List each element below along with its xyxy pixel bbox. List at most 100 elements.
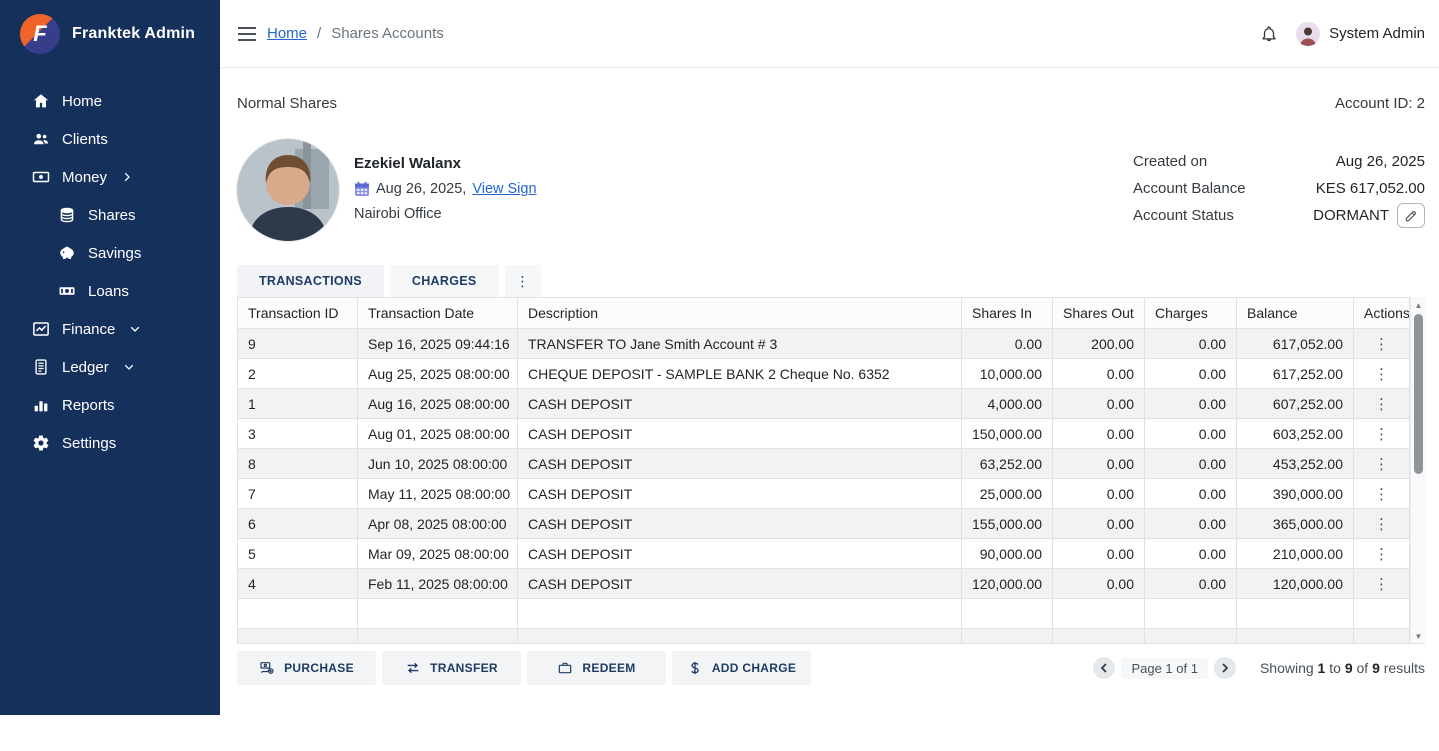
cell-description: CASH DEPOSIT: [518, 569, 962, 599]
tab-overflow-menu[interactable]: ⋮: [505, 265, 541, 297]
cell-charges: 0.00: [1145, 359, 1237, 389]
redeem-icon: [557, 660, 573, 676]
main-area: Home / Shares Accounts System Admin Norm…: [220, 0, 1439, 751]
cell-description: CASH DEPOSIT: [518, 509, 962, 539]
empty-cell: [358, 599, 518, 629]
table-row: 9Sep 16, 2025 09:44:16TRANSFER TO Jane S…: [238, 329, 1410, 359]
cell-shares-in: 120,000.00: [962, 569, 1053, 599]
row-actions-menu-icon[interactable]: ⋮: [1354, 419, 1410, 449]
sidebar-item-settings[interactable]: Settings: [0, 424, 220, 462]
transactions-table: Transaction IDTransaction DateDescriptio…: [237, 297, 1410, 644]
page-content: Normal Shares Account ID: 2 Ezekiel Wala: [220, 68, 1439, 685]
cell-transaction-date: Apr 08, 2025 08:00:00: [358, 509, 518, 539]
empty-cell: [1354, 629, 1410, 645]
scroll-up-icon[interactable]: ▲: [1411, 298, 1425, 312]
tab-transactions[interactable]: TRANSACTIONS: [237, 265, 384, 297]
breadcrumb: Home / Shares Accounts: [237, 25, 444, 42]
user-menu[interactable]: System Admin: [1296, 22, 1425, 46]
cell-balance: 617,252.00: [1237, 359, 1354, 389]
topbar-right: System Admin: [1260, 22, 1425, 46]
cell-transaction-date: Aug 25, 2025 08:00:00: [358, 359, 518, 389]
row-actions-menu-icon[interactable]: ⋮: [1354, 539, 1410, 569]
cell-transaction-date: Mar 09, 2025 08:00:00: [358, 539, 518, 569]
account-info-panel: Created onAug 26, 2025Account BalanceKES…: [1133, 139, 1425, 241]
tab-bar: TRANSACTIONSCHARGES⋮: [237, 265, 1425, 297]
cell-transaction-id: 7: [238, 479, 358, 509]
empty-cell: [962, 599, 1053, 629]
info-label: Account Status: [1133, 207, 1234, 224]
sidebar-item-clients[interactable]: Clients: [0, 120, 220, 158]
transfer-button[interactable]: TRANSFER: [382, 651, 521, 685]
account-id-badge: Account ID: 2: [1335, 95, 1425, 112]
cell-transaction-id: 6: [238, 509, 358, 539]
row-actions-menu-icon[interactable]: ⋮: [1354, 509, 1410, 539]
loans-icon: [58, 282, 76, 300]
table-scrollbar[interactable]: ▲ ▼: [1410, 297, 1425, 644]
cell-transaction-id: 9: [238, 329, 358, 359]
sidebar-item-label: Settings: [62, 435, 116, 452]
cell-charges: 0.00: [1145, 539, 1237, 569]
cell-description: CASH DEPOSIT: [518, 419, 962, 449]
row-actions-menu-icon[interactable]: ⋮: [1354, 479, 1410, 509]
row-actions-menu-icon[interactable]: ⋮: [1354, 329, 1410, 359]
cell-shares-in: 25,000.00: [962, 479, 1053, 509]
sidebar-item-shares[interactable]: Shares: [0, 196, 220, 234]
cell-charges: 0.00: [1145, 479, 1237, 509]
tab-charges[interactable]: CHARGES: [390, 265, 499, 297]
sidebar-item-label: Savings: [88, 245, 141, 262]
brand: F Franktek Admin: [0, 0, 220, 64]
cell-shares-out: 0.00: [1053, 389, 1145, 419]
sidebar-item-home[interactable]: Home: [0, 82, 220, 120]
edit-status-button[interactable]: [1397, 203, 1425, 228]
sidebar-item-reports[interactable]: Reports: [0, 386, 220, 424]
results-summary: Showing 1 to 9 of 9 results: [1260, 660, 1425, 676]
empty-cell: [518, 599, 962, 629]
ledger-icon: [32, 358, 50, 376]
next-page-button[interactable]: [1214, 657, 1236, 679]
account-info-row: Account BalanceKES 617,052.00: [1133, 176, 1425, 200]
table-row: 6Apr 08, 2025 08:00:00CASH DEPOSIT155,00…: [238, 509, 1410, 539]
prev-page-button[interactable]: [1093, 657, 1115, 679]
column-header-transaction-id: Transaction ID: [238, 298, 358, 329]
row-actions-menu-icon[interactable]: ⋮: [1354, 569, 1410, 599]
cell-transaction-id: 8: [238, 449, 358, 479]
table-body: 9Sep 16, 2025 09:44:16TRANSFER TO Jane S…: [238, 329, 1410, 645]
row-actions-menu-icon[interactable]: ⋮: [1354, 389, 1410, 419]
sidebar-nav: HomeClientsMoneyShares Savings Loans Financ…: [0, 82, 220, 462]
cell-balance: 607,252.00: [1237, 389, 1354, 419]
home-icon: [32, 92, 50, 110]
empty-cell: [1354, 599, 1410, 629]
cell-shares-out: 0.00: [1053, 509, 1145, 539]
reports-icon: [32, 396, 50, 414]
chevron-right-icon: [121, 171, 133, 183]
calendar-icon: [354, 181, 370, 197]
breadcrumb-home-link[interactable]: Home: [267, 25, 307, 42]
client-photo: [237, 139, 339, 241]
sidebar-item-loans[interactable]: Loans: [0, 272, 220, 310]
sidebar-item-savings[interactable]: Savings: [0, 234, 220, 272]
money-icon: [32, 168, 50, 186]
sidebar-item-money[interactable]: Money: [0, 158, 220, 196]
row-actions-menu-icon[interactable]: ⋮: [1354, 449, 1410, 479]
sidebar-item-finance[interactable]: Finance: [0, 310, 220, 348]
sidebar-item-ledger[interactable]: Ledger: [0, 348, 220, 386]
table-row: 5Mar 09, 2025 08:00:00CASH DEPOSIT90,000…: [238, 539, 1410, 569]
results-text: results: [1380, 660, 1425, 676]
button-label: TRANSFER: [430, 661, 498, 675]
add-charge-button[interactable]: ADD CHARGE: [672, 651, 811, 685]
cell-shares-out: 0.00: [1053, 479, 1145, 509]
transactions-table-wrap: Transaction IDTransaction DateDescriptio…: [237, 297, 1425, 644]
action-buttons: PURCHASE TRANSFER REDEEMADD CHARGE: [237, 651, 811, 685]
notifications-bell-icon[interactable]: [1260, 24, 1278, 44]
sidebar-item-label: Loans: [88, 283, 129, 300]
redeem-button[interactable]: REDEEM: [527, 651, 666, 685]
info-label: Account Balance: [1133, 180, 1246, 197]
franktek-logo-icon: F: [20, 14, 60, 54]
scrollbar-thumb[interactable]: [1414, 314, 1423, 474]
scroll-down-icon[interactable]: ▼: [1411, 629, 1425, 643]
row-actions-menu-icon[interactable]: ⋮: [1354, 359, 1410, 389]
menu-toggle-icon[interactable]: [237, 26, 257, 42]
table-row: 1Aug 16, 2025 08:00:00CASH DEPOSIT4,000.…: [238, 389, 1410, 419]
purchase-button[interactable]: PURCHASE: [237, 651, 376, 685]
view-sign-link[interactable]: View Sign: [472, 181, 536, 197]
